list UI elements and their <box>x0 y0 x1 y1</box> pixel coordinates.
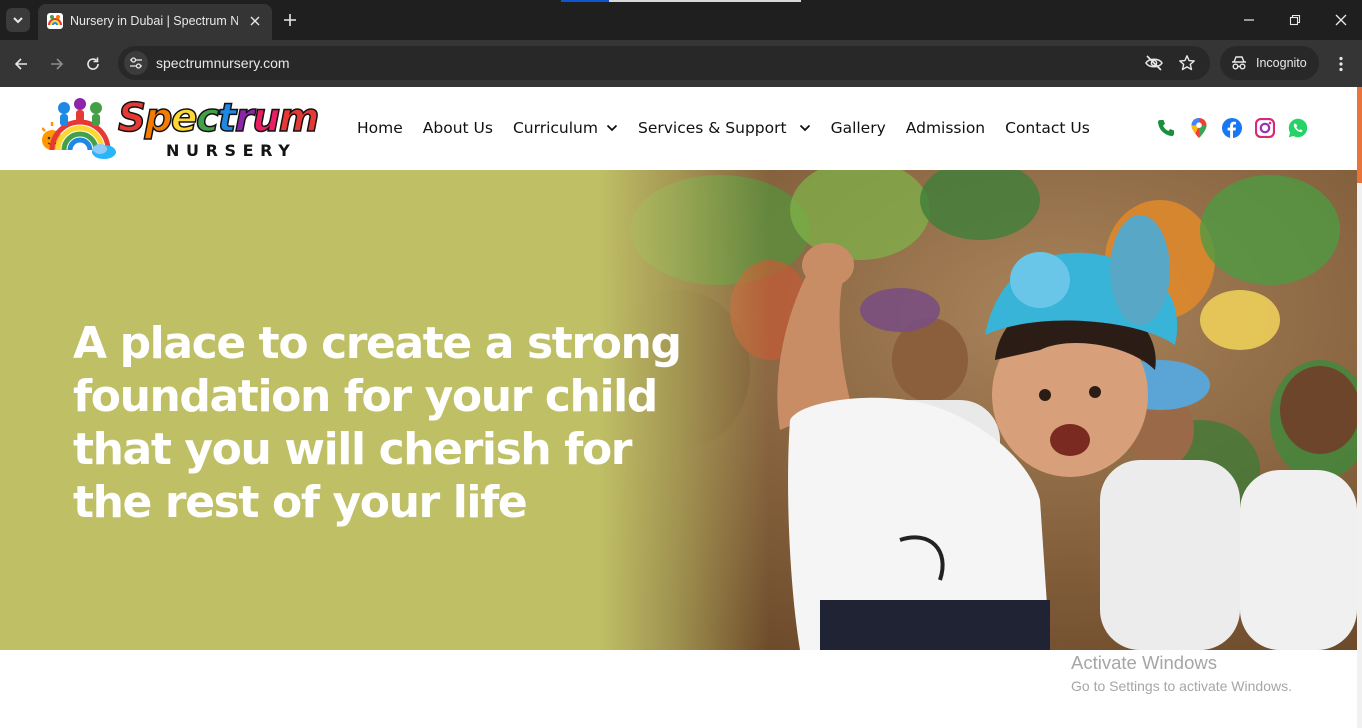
nav-services-support[interactable]: Services & Support <box>638 119 811 137</box>
activate-windows-watermark: Activate Windows Go to Settings to activ… <box>1071 652 1292 696</box>
logo-letter: p <box>144 95 173 142</box>
spectrum-logo-icon <box>47 13 63 29</box>
scrollbar-thumb[interactable] <box>1357 87 1362 183</box>
chevron-down-icon <box>799 124 811 132</box>
nav-admission[interactable]: Admission <box>906 119 985 137</box>
incognito-indicator[interactable]: Incognito <box>1220 46 1319 80</box>
restore-button[interactable] <box>1285 10 1305 30</box>
web-page: Spectrum NURSERY Home About Us Curriculu… <box>0 87 1362 728</box>
tab-search-button[interactable] <box>6 8 30 32</box>
map-link[interactable] <box>1188 117 1210 139</box>
restore-icon <box>1289 14 1301 26</box>
browser-toolbar: spectrumnursery.com Incognito <box>0 40 1362 87</box>
logo-letter: c <box>195 95 220 142</box>
nav-label: Contact Us <box>1005 119 1090 137</box>
url-text[interactable]: spectrumnursery.com <box>156 55 290 71</box>
chevron-down-icon <box>13 17 23 24</box>
close-window-button[interactable] <box>1331 10 1351 30</box>
logo-letter: r <box>234 95 255 142</box>
logo-wordmark: Spectrum <box>117 95 320 142</box>
nav-gallery[interactable]: Gallery <box>831 119 886 137</box>
profile-label: Incognito <box>1256 56 1307 70</box>
close-icon <box>1335 14 1347 26</box>
activate-windows-subtitle: Go to Settings to activate Windows. <box>1071 678 1292 694</box>
nav-label: Home <box>357 119 403 137</box>
minimize-button[interactable] <box>1239 10 1259 30</box>
minimize-icon <box>1244 19 1254 21</box>
chevron-down-icon <box>606 124 618 132</box>
browser-menu-button[interactable] <box>1330 52 1352 76</box>
nav-contact-us[interactable]: Contact Us <box>1005 119 1090 137</box>
main-nav: Home About Us Curriculum Services & Supp… <box>357 117 1110 139</box>
instagram-link[interactable] <box>1254 117 1276 139</box>
browser-tab-strip: Nursery in Dubai | Spectrum Nursery <box>0 0 1362 40</box>
tune-icon <box>130 57 142 69</box>
tab-close-button[interactable] <box>246 12 264 30</box>
nav-label: Curriculum <box>512 119 598 137</box>
whatsapp-link[interactable] <box>1287 117 1309 139</box>
address-bar[interactable]: spectrumnursery.com <box>118 46 1210 80</box>
incognito-icon <box>1232 56 1246 70</box>
reload-button[interactable] <box>81 52 105 76</box>
logo-letter: m <box>278 95 320 142</box>
nav-label: Gallery <box>830 119 886 137</box>
arrow-left-icon <box>14 58 27 70</box>
logo-letter: t <box>217 95 237 142</box>
nav-home[interactable]: Home <box>357 119 403 137</box>
bookmark-button[interactable] <box>1177 53 1197 73</box>
reload-icon <box>87 57 99 70</box>
phone-icon <box>1158 120 1174 136</box>
map-pin-icon <box>1191 118 1207 138</box>
logo-letter: S <box>117 95 147 142</box>
eye-off-icon <box>1145 55 1163 71</box>
facebook-link[interactable] <box>1221 117 1243 139</box>
page-load-progress-fill <box>561 0 609 2</box>
site-logo[interactable]: Spectrum NURSERY <box>42 95 320 162</box>
page-load-progress <box>561 0 801 2</box>
star-icon <box>1179 55 1195 71</box>
site-info-button[interactable] <box>124 51 148 75</box>
logo-letter: u <box>252 95 281 142</box>
forward-button[interactable] <box>45 52 69 76</box>
instagram-icon <box>1255 118 1275 138</box>
whatsapp-icon <box>1288 118 1308 138</box>
site-header: Spectrum NURSERY Home About Us Curriculu… <box>0 87 1362 170</box>
logo-mascot-icon <box>42 98 116 159</box>
tracking-protection-button[interactable] <box>1144 53 1164 73</box>
activate-windows-title: Activate Windows <box>1071 652 1217 673</box>
arrow-right-icon <box>51 58 64 70</box>
logo-subtitle: NURSERY <box>166 141 297 160</box>
nav-label: Services & Support <box>637 119 787 137</box>
new-tab-button[interactable] <box>280 10 300 30</box>
facebook-icon <box>1222 118 1242 138</box>
close-icon <box>250 16 260 26</box>
nav-label: Admission <box>905 119 986 137</box>
kebab-menu-icon <box>1339 56 1343 72</box>
tab-title: Nursery in Dubai | Spectrum Nursery <box>70 14 238 28</box>
nav-label: About Us <box>422 119 493 137</box>
logo-letter: e <box>170 95 198 142</box>
page-scrollbar[interactable] <box>1357 87 1362 728</box>
hero-banner: A place to create a strong foundation fo… <box>0 170 1357 650</box>
active-tab[interactable]: Nursery in Dubai | Spectrum Nursery <box>38 4 272 40</box>
hero-heading: A place to create a strong foundation fo… <box>73 318 682 528</box>
back-button[interactable] <box>9 52 33 76</box>
nav-curriculum[interactable]: Curriculum <box>513 119 618 137</box>
nav-about-us[interactable]: About Us <box>423 119 493 137</box>
phone-link[interactable] <box>1155 117 1177 139</box>
plus-icon <box>284 14 296 26</box>
